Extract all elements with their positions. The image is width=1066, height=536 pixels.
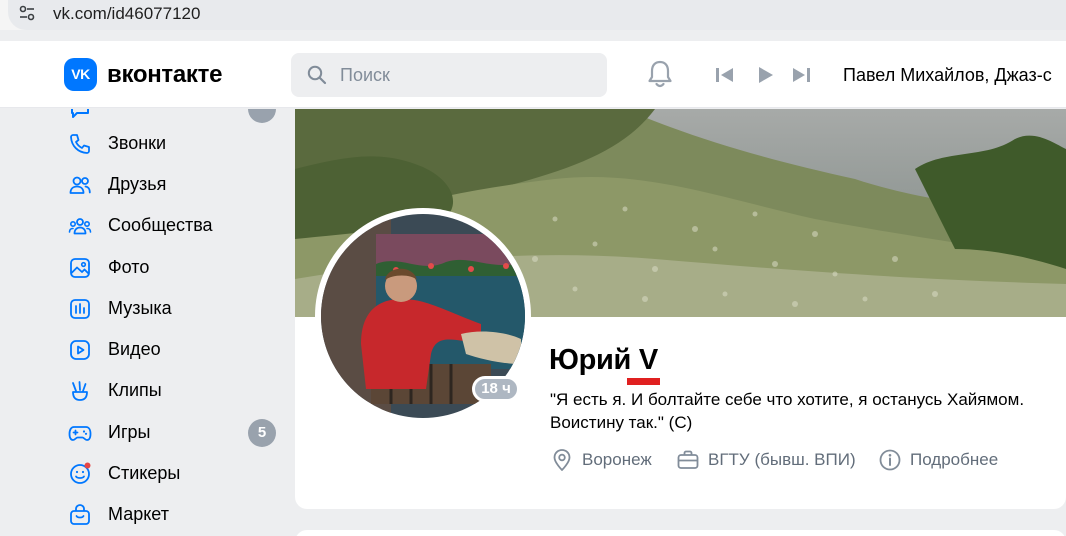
last-seen-badge: 18 ч [472, 376, 520, 402]
more-text: Подробнее [910, 450, 999, 469]
sidebar-item-label: Фото [108, 257, 150, 277]
sidebar-item-label: Клипы [108, 380, 162, 400]
vk-logo-icon[interactable]: VK [64, 58, 97, 91]
friends-icon [69, 176, 91, 194]
play-icon[interactable] [755, 65, 777, 85]
sidebar-item-video[interactable]: Видео [64, 334, 284, 364]
education-text: ВГТУ (бывш. ВПИ) [708, 450, 856, 469]
previous-track-icon[interactable] [714, 65, 736, 85]
sidebar-item-label: Игры [108, 422, 151, 442]
sidebar-item-friends[interactable]: Друзья [64, 169, 284, 199]
market-icon [70, 504, 90, 525]
sidebar-item-partial[interactable] [64, 109, 284, 123]
info-education[interactable]: ВГТУ (бывш. ВПИ) [676, 448, 866, 472]
sidebar-badge-partial [248, 109, 276, 123]
now-playing-text[interactable]: Павел Михайлов, Джаз-с [843, 65, 1052, 86]
logo-text[interactable]: вконтакте [107, 61, 222, 89]
messages-icon [71, 109, 89, 118]
sidebar-item-photo[interactable]: Фото [64, 252, 284, 282]
profile-name: Юрий V [549, 344, 658, 377]
red-underline-mark [627, 378, 660, 385]
sidebar-item-clips[interactable]: Клипы [64, 375, 284, 405]
sidebar-item-label: Видео [108, 339, 161, 359]
sidebar-item-music[interactable]: Музыка [64, 293, 284, 323]
sidebar-item-communities[interactable]: Сообщества [64, 210, 284, 240]
sidebar-item-stickers[interactable]: Стикеры [64, 458, 284, 488]
info-icon [879, 449, 901, 471]
video-icon [70, 340, 90, 360]
photo-icon [70, 258, 90, 278]
sidebar-item-calls[interactable]: Звонки [64, 128, 284, 158]
sidebar-item-label: Стикеры [108, 463, 181, 483]
clips-icon [72, 381, 88, 401]
music-icon [70, 299, 90, 319]
sidebar-item-market[interactable]: Маркет [64, 499, 284, 529]
search-input[interactable] [340, 53, 590, 97]
top-header: VK вконтакте Павел Михайлов, Джаз-с [0, 41, 1066, 108]
site-settings-icon[interactable] [18, 4, 36, 22]
info-city[interactable]: Воронеж [550, 448, 670, 472]
location-pin-icon [553, 449, 571, 471]
communities-icon [68, 218, 92, 235]
search-icon [307, 65, 327, 85]
phone-icon [70, 134, 90, 154]
sidebar-item-label: Маркет [108, 504, 169, 524]
sidebar-item-games[interactable]: Игры 5 [64, 417, 284, 447]
browser-address-bar: vk.com/id46077120 [0, 0, 1066, 30]
sidebar-item-label: Музыка [108, 298, 172, 318]
search-box[interactable] [291, 53, 607, 97]
stickers-icon [70, 462, 91, 484]
profile-status[interactable]: "Я есть я. И болтайте себе что хотите, я… [550, 388, 1060, 434]
sidebar-item-label: Звонки [108, 133, 167, 153]
left-sidebar: Звонки Друзья Сообщества Фото Музыка Вид… [0, 109, 290, 536]
city-text: Воронеж [582, 450, 652, 469]
profile-last-name: V [638, 344, 658, 376]
sidebar-item-label: Друзья [108, 174, 167, 194]
profile-first-name: Юрий [549, 344, 632, 376]
next-track-icon[interactable] [790, 65, 812, 85]
next-content-card [295, 530, 1066, 536]
games-icon [68, 426, 92, 441]
info-more-button[interactable]: Подробнее [878, 448, 1008, 472]
bell-icon[interactable] [646, 59, 674, 89]
sidebar-item-label: Сообщества [108, 215, 213, 235]
games-count-badge: 5 [248, 419, 276, 447]
briefcase-icon [677, 450, 699, 469]
url-text[interactable]: vk.com/id46077120 [53, 4, 200, 24]
